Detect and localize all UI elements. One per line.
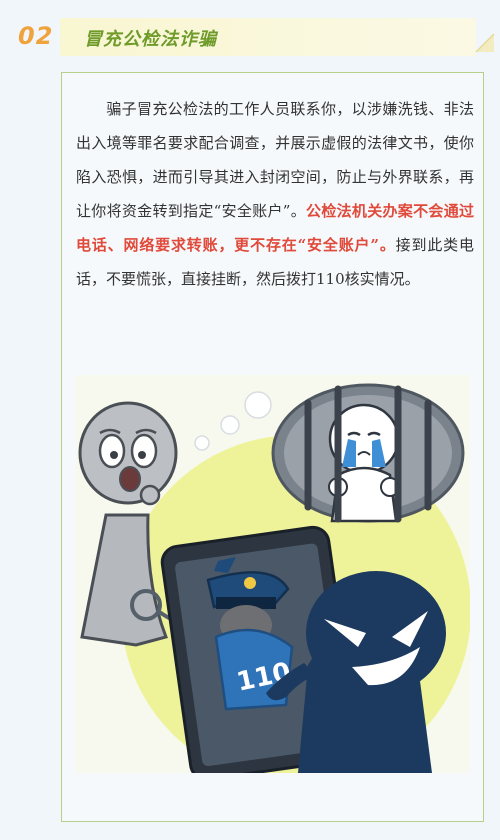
thought-bubble-large: [244, 391, 272, 419]
thought-bubble-small: [194, 435, 210, 451]
article-paragraph: 骗子冒充公检法的工作人员联系你，以涉嫌洗钱、非法出入境等罪名要求配合调查，并展示…: [76, 92, 474, 296]
scam-illustration-svg: 110: [78, 383, 470, 773]
illustration: 110: [76, 375, 470, 773]
thought-bubble-medium: [220, 415, 240, 435]
prison-thought: [271, 383, 465, 523]
section-header: 02 冒充公检法诈骗: [0, 14, 500, 60]
section-title-bar: 冒充公检法诈骗: [60, 18, 476, 56]
section-title: 冒充公检法诈骗: [84, 29, 217, 50]
folded-corner-icon: [475, 33, 495, 53]
section-number: 02: [18, 22, 54, 50]
